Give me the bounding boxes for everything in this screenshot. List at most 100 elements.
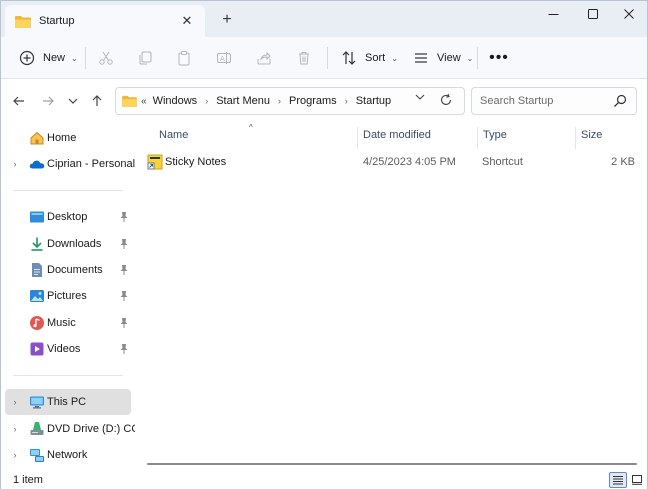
maximize-button[interactable]	[573, 1, 613, 27]
column-header-size[interactable]: Size	[581, 129, 602, 141]
close-tab-icon[interactable]: ✕	[177, 11, 197, 31]
pin-icon	[120, 318, 128, 328]
pin-icon	[120, 212, 128, 222]
view-button-label: View	[437, 52, 461, 64]
chevron-down-icon: ⌄	[391, 53, 398, 63]
documents-icon	[32, 263, 42, 277]
toolbar-divider	[327, 47, 328, 69]
column-divider[interactable]	[575, 127, 576, 149]
more-options-button[interactable]: •••	[485, 43, 513, 73]
paste-icon	[178, 51, 190, 66]
expand-chevron-icon[interactable]: ›	[9, 424, 21, 434]
refresh-button[interactable]	[439, 93, 455, 109]
this-pc-icon	[30, 396, 44, 409]
column-header-type[interactable]: Type	[483, 129, 507, 141]
column-divider[interactable]	[477, 127, 478, 149]
minimize-button[interactable]	[533, 1, 573, 27]
sidebar-item-label: Documents	[47, 264, 103, 276]
arrow-left-icon	[13, 96, 24, 106]
folder-icon	[122, 95, 137, 107]
sidebar-item-desktop[interactable]: Desktop	[5, 204, 131, 230]
sidebar-item-videos[interactable]: Videos	[5, 336, 131, 362]
chevron-down-icon: ⌄	[466, 53, 474, 63]
breadcrumb-overflow[interactable]: «	[141, 96, 147, 107]
breadcrumb-start-menu[interactable]: Start Menu	[216, 95, 270, 107]
copy-button[interactable]	[134, 47, 156, 69]
tab-startup[interactable]: Startup ✕	[5, 5, 205, 37]
breadcrumb-startup[interactable]: Startup	[356, 95, 391, 107]
pin-icon	[120, 239, 128, 249]
breadcrumb-separator[interactable]: ›	[278, 96, 281, 106]
sidebar-item-label: Desktop	[47, 211, 88, 223]
breadcrumb-windows[interactable]: Windows	[153, 95, 198, 107]
large-icons-view-button[interactable]	[628, 472, 646, 488]
breadcrumb-programs[interactable]: Programs	[289, 95, 337, 107]
details-view-button[interactable]	[609, 472, 627, 488]
view-button[interactable]: View ⌄	[407, 43, 479, 73]
sidebar-item-label: Network	[47, 449, 88, 461]
copy-icon	[139, 51, 152, 65]
forward-button[interactable]	[38, 91, 58, 111]
arrow-up-icon	[92, 95, 102, 106]
expand-chevron-icon[interactable]: ›	[9, 159, 21, 169]
close-window-button[interactable]	[609, 1, 648, 27]
sidebar-item-network[interactable]: › Network	[5, 442, 131, 468]
back-button[interactable]	[9, 91, 29, 111]
recent-locations-button[interactable]	[63, 91, 83, 111]
tab-title: Startup	[39, 15, 75, 27]
pin-icon	[120, 291, 128, 301]
sidebar-item-label: This PC	[47, 396, 87, 408]
horizontal-scrollbar[interactable]	[147, 463, 637, 465]
music-icon	[30, 316, 44, 330]
sidebar-item-label: Videos	[47, 343, 81, 355]
desktop-icon	[30, 211, 44, 223]
sidebar-item-this-pc[interactable]: › This PC	[5, 389, 131, 415]
address-history-dropdown[interactable]	[413, 93, 427, 103]
network-icon	[30, 449, 44, 462]
column-header-date-modified[interactable]: Date modified	[363, 129, 431, 141]
search-icon	[614, 94, 627, 107]
new-button[interactable]: New ⌄	[13, 43, 84, 73]
file-date-modified: 4/25/2023 4:05 PM	[363, 156, 456, 168]
large-icons-view-icon	[632, 475, 642, 485]
column-header-name[interactable]: Name	[159, 129, 188, 141]
paste-button[interactable]	[173, 47, 195, 69]
up-button[interactable]	[87, 91, 107, 111]
sidebar-divider	[13, 190, 123, 191]
file-row[interactable]: Sticky Notes 4/25/2023 4:05 PM Shortcut …	[143, 151, 643, 173]
breadcrumb-separator[interactable]: ›	[205, 96, 208, 106]
search-box[interactable]: Search Startup	[471, 87, 637, 115]
minimize-icon	[548, 13, 558, 15]
new-tab-button[interactable]: +	[216, 9, 238, 31]
sidebar-item-music[interactable]: Music	[5, 310, 131, 336]
delete-button[interactable]	[293, 47, 315, 69]
sort-button[interactable]: Sort ⌄	[335, 43, 404, 73]
expand-chevron-icon[interactable]: ›	[9, 397, 21, 407]
sort-icon	[342, 51, 356, 65]
column-divider[interactable]	[357, 127, 358, 149]
pin-icon	[120, 265, 128, 275]
expand-chevron-icon[interactable]: ›	[9, 450, 21, 460]
sidebar-item-onedrive[interactable]: › Ciprian - Personal	[5, 151, 136, 177]
sidebar-item-home[interactable]: Home	[5, 125, 131, 151]
downloads-icon	[31, 237, 43, 251]
rename-button[interactable]: A	[213, 47, 235, 69]
command-bar: New ⌄ A Sort ⌄ View ⌄ •••	[1, 37, 647, 79]
sort-button-label: Sort	[365, 52, 386, 64]
sidebar-item-label: Pictures	[47, 290, 87, 302]
sidebar-item-label: DVD Drive (D:) CCC	[47, 423, 148, 435]
breadcrumb-separator[interactable]: ›	[345, 96, 348, 106]
sidebar-item-label: Downloads	[47, 238, 102, 250]
sort-ascending-icon: ^	[249, 123, 253, 132]
item-count: 1 item	[13, 474, 43, 486]
maximize-icon	[588, 9, 598, 19]
sidebar-item-dvd-drive[interactable]: › DVD Drive (D:) CCC	[5, 416, 147, 442]
sidebar-item-documents[interactable]: Documents	[5, 257, 131, 283]
sidebar-item-pictures[interactable]: Pictures	[5, 283, 131, 309]
sidebar-item-downloads[interactable]: Downloads	[5, 231, 131, 257]
sidebar-divider	[13, 375, 123, 376]
folder-icon	[15, 15, 31, 28]
chevron-down-icon: ⌄	[71, 53, 78, 63]
cut-button[interactable]	[95, 47, 117, 69]
share-button[interactable]	[253, 47, 275, 69]
